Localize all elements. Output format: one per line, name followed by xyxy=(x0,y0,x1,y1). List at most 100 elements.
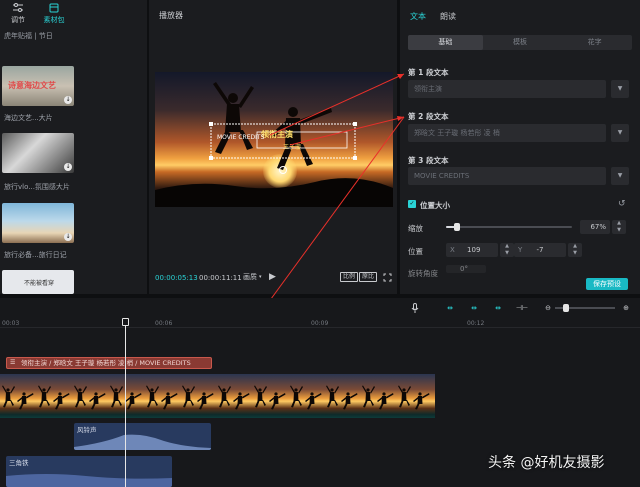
fullscreen-icon xyxy=(383,273,392,281)
package-thumb-2[interactable]: ↓ xyxy=(2,133,74,173)
package-caption-1: 海边文艺...大片 xyxy=(4,114,53,122)
paragraph-3-dropdown[interactable]: ▼ xyxy=(611,167,629,185)
ratio-button[interactable]: 比例 xyxy=(340,272,359,282)
segment-template[interactable]: 模板 xyxy=(483,35,558,50)
paragraph-1-dropdown[interactable]: ▼ xyxy=(611,80,629,98)
scale-slider[interactable] xyxy=(446,223,572,231)
linkage-button[interactable]: ⇹ xyxy=(491,302,505,314)
y-value: -7 xyxy=(536,246,544,254)
snap-icon: ⇹ xyxy=(471,304,477,312)
position-size-checkbox[interactable]: ✓ xyxy=(408,200,416,208)
video-clip[interactable] xyxy=(0,374,435,418)
text-style-segments: 基础 模板 花字 xyxy=(408,35,632,50)
text-clip-label: 领衔主演 / 郑晗文 王子璇 杨若彤 凌 梢 / MOVIE CREDITS xyxy=(21,359,191,367)
asset-panel: 调节 素材包 虎年贴福 | 节日 诗意海边文艺 ↓ 海边文艺...大片 ↓ 旅行… xyxy=(0,0,147,294)
tab-read-aloud[interactable]: 朗读 xyxy=(440,11,456,22)
download-icon[interactable]: ↓ xyxy=(64,233,72,241)
overlay-text-1: 领衔主演 xyxy=(261,130,293,139)
stepper-icon: ▲ ▼ xyxy=(505,243,509,256)
auto-snap-button[interactable]: ⇹ xyxy=(467,302,481,314)
rotate-input[interactable]: 0° xyxy=(446,265,486,273)
watermark: 头条 @好机友摄影 xyxy=(488,455,605,471)
overlay-text-2: 王子璇 xyxy=(283,144,302,151)
minus-circle-icon: ⊖ xyxy=(545,304,551,312)
segment-basic[interactable]: 基础 xyxy=(408,35,483,50)
position-x-stepper[interactable]: ▲ ▼ xyxy=(500,243,514,257)
audio-clip-triangle[interactable]: 三角铁 xyxy=(6,456,172,487)
tab-adjust[interactable]: 调节 xyxy=(0,0,36,28)
original-label: 原比 xyxy=(359,272,378,282)
tab-adjust-label: 调节 xyxy=(11,16,25,24)
main-track-magnet-button[interactable]: ⇹ xyxy=(443,302,457,314)
position-x-input[interactable]: X 109 xyxy=(446,243,498,257)
thumb-title: 不能被看穿 xyxy=(24,280,55,287)
paragraph-2-dropdown[interactable]: ▼ xyxy=(611,124,629,142)
package-thumb-1[interactable]: 诗意海边文艺 ↓ xyxy=(2,66,74,106)
scale-label: 缩放 xyxy=(408,224,423,233)
original-button[interactable]: 原比 xyxy=(359,272,378,282)
sliders-icon xyxy=(13,3,23,12)
x-label: X xyxy=(450,246,455,254)
package-caption-3: 旅行必备...旅行日记 xyxy=(4,251,67,259)
paragraph-2-input[interactable]: 郑晗文 王子璇 杨若彤 凌 梢 xyxy=(408,124,606,142)
chevron-down-icon: ▼ xyxy=(617,172,623,179)
playhead[interactable] xyxy=(125,318,126,487)
play-icon: ▶ xyxy=(269,272,276,282)
chevron-down-icon: ▾ xyxy=(259,274,262,280)
asset-tabs: 调节 素材包 xyxy=(0,0,147,28)
link-icon: ⇹ xyxy=(495,304,501,312)
paragraph-3-input[interactable]: MOVIE CREDITS xyxy=(408,167,606,185)
download-icon[interactable]: ↓ xyxy=(64,163,72,171)
preview-axis-button[interactable]: ⊣⊢ xyxy=(515,302,529,314)
video-filmstrip xyxy=(2,385,430,410)
tab-package[interactable]: 素材包 xyxy=(36,0,72,28)
position-label: 位置 xyxy=(408,247,423,256)
video-preview[interactable]: 领衔主演 王子璇 MOVIE CREDITS xyxy=(155,72,393,207)
scale-slider-knob[interactable] xyxy=(453,223,460,231)
segment-fancy-text[interactable]: 花字 xyxy=(557,35,632,50)
thumb-title: 诗意海边文艺 xyxy=(8,81,56,90)
position-y-input[interactable]: Y -7 xyxy=(514,243,566,257)
position-y-stepper[interactable]: ▲ ▼ xyxy=(568,243,582,257)
scale-input[interactable]: 67% xyxy=(580,220,610,234)
ratio-label: 比例 xyxy=(340,272,359,282)
fullscreen-button[interactable] xyxy=(383,272,392,282)
stepper-icon: ▲ ▼ xyxy=(573,243,577,256)
tick-label: 00:09 xyxy=(311,320,329,327)
quality-dropdown[interactable]: 画质 ▾ xyxy=(243,272,262,282)
scale-stepper[interactable]: ▲ ▼ xyxy=(612,220,626,234)
reset-icon[interactable]: ↺ xyxy=(618,199,626,209)
audio-waveform xyxy=(74,434,211,450)
microphone-button[interactable] xyxy=(408,302,422,314)
breadcrumb: 虎年贴福 | 节日 xyxy=(4,32,53,40)
rotate-label: 旋转角度 xyxy=(408,269,438,278)
audio-clip-wind-chime[interactable]: 风铃声 xyxy=(74,423,211,450)
download-icon[interactable]: ↓ xyxy=(64,96,72,104)
zoom-slider[interactable] xyxy=(555,304,615,312)
total-time: 00:00:11:11 xyxy=(199,274,242,282)
package-caption-2: 旅行vlo...氛围感大片 xyxy=(4,183,70,191)
text-clip[interactable]: ☰ 领衔主演 / 郑晗文 王子璇 杨若彤 凌 梢 / MOVIE CREDITS xyxy=(6,357,212,369)
paragraph-2-label: 第 2 段文本 xyxy=(408,112,449,121)
save-preset-button[interactable]: 保存预设 xyxy=(586,278,628,290)
package-thumb-4[interactable]: 不能被看穿 xyxy=(2,270,74,294)
zoom-in-button[interactable]: ⊕ xyxy=(619,302,633,314)
tab-text[interactable]: 文本 xyxy=(410,11,426,22)
y-label: Y xyxy=(518,246,523,254)
zoom-slider-knob[interactable] xyxy=(563,304,569,312)
rotate-value: 0° xyxy=(460,265,468,273)
quality-label: 画质 xyxy=(243,273,257,281)
split-icon: ⊣⊢ xyxy=(515,304,529,312)
microphone-icon xyxy=(411,303,419,313)
paragraph-1-input[interactable]: 领衔主演 xyxy=(408,80,606,98)
tick-label: 00:03 xyxy=(2,320,20,327)
play-button[interactable]: ▶ xyxy=(269,272,276,282)
package-thumb-3[interactable]: ↓ xyxy=(2,203,74,243)
position-size-label: 位置大小 xyxy=(420,201,450,210)
player-title: 播放器 xyxy=(159,11,183,20)
audio-waveform xyxy=(6,474,172,487)
tick-label: 00:12 xyxy=(467,320,485,327)
zoom-out-button[interactable]: ⊖ xyxy=(541,302,555,314)
playhead-handle[interactable] xyxy=(122,318,129,326)
stepper-icon: ▲ ▼ xyxy=(617,220,621,233)
